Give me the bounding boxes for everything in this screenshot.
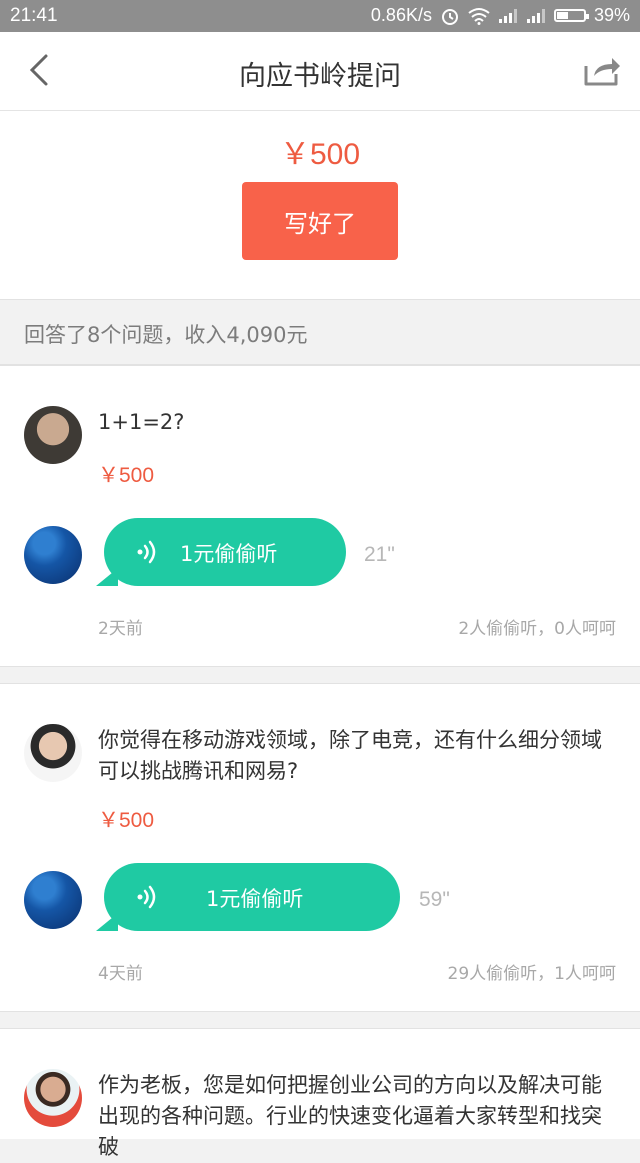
status-right: 0.86K/s 39% [371,5,630,26]
wifi-icon [468,7,490,25]
question-card[interactable]: 1+1=2? ￥500 1元偷偷听 21" 2天前 2人偷偷听，0人呵呵 [0,365,640,667]
audio-duration: 59" [419,888,450,911]
battery-percent: 39% [593,5,630,25]
question-price: ￥500 [98,464,155,487]
question-card[interactable]: 你觉得在移动游戏领域，除了电竞，还有什么细分领域可以挑战腾讯和网易? ￥500 … [0,683,640,1012]
sound-wave-icon [137,540,156,564]
sound-wave-icon [137,885,156,909]
listen-label: 1元偷偷听 [206,887,304,911]
question-text: 你觉得在移动游戏领域，除了电竞，还有什么细分领域可以挑战腾讯和网易? [98,728,602,783]
share-icon[interactable] [582,52,622,88]
question-card[interactable]: 作为老板，您是如何把握创业公司的方向以及解决可能出现的各种问题。行业的快速变化逼… [0,1028,640,1159]
status-bar: 21:41 0.86K/s 39% [0,0,640,32]
answerer-avatar[interactable] [24,526,82,584]
signal-icon [498,8,517,23]
done-button[interactable]: 写好了 [242,182,398,260]
battery-icon [553,9,589,22]
question-text: 作为老板，您是如何把握创业公司的方向以及解决可能出现的各种问题。行业的快速变化逼… [98,1073,602,1159]
question-price: ￥500 [98,809,155,832]
bounty-price: ￥500 [279,138,361,171]
listen-label: 1元偷偷听 [180,542,278,566]
listen-button[interactable]: 1元偷偷听 [96,518,346,586]
summary-text: 回答了8个问题，收入4,090元 [24,323,308,347]
time-ago: 4天前 [98,964,143,984]
signal-icon [526,8,545,23]
asker-avatar[interactable] [24,1069,82,1127]
asker-avatar[interactable] [24,406,82,464]
bounty-section: ￥500 写好了 [0,111,640,300]
time-ago: 2天前 [98,619,143,639]
question-text: 1+1=2? [98,410,185,434]
answerer-avatar[interactable] [24,871,82,929]
audio-duration: 21" [364,543,395,566]
status-time: 21:41 [10,5,58,26]
nav-bar: 向应书岭提问 [0,32,640,111]
page-title: 向应书岭提问 [239,61,401,92]
asker-avatar[interactable] [24,724,82,782]
answers-summary: 回答了8个问题，收入4,090元 [0,300,640,365]
network-speed: 0.86K/s [370,5,432,25]
listen-stats: 2人偷偷听，0人呵呵 [458,619,616,639]
listen-button[interactable]: 1元偷偷听 [96,863,400,931]
listen-stats: 29人偷偷听，1人呵呵 [447,964,616,984]
alarm-icon [441,8,458,25]
